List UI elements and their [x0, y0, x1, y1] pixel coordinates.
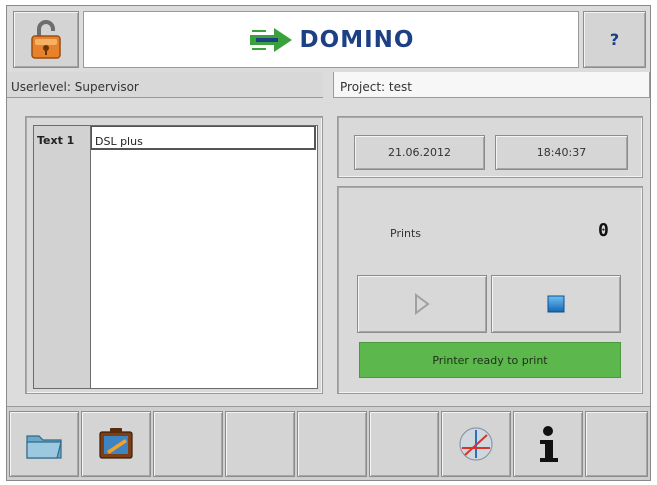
lock-button[interactable] — [13, 11, 79, 68]
toolbar-slot-5[interactable] — [297, 411, 367, 477]
stop-print-button[interactable] — [491, 275, 621, 333]
project-field: Project: test — [333, 72, 650, 98]
padlock-unlocked-icon — [31, 19, 61, 59]
time-display: 18:40:37 — [495, 135, 628, 170]
text-list-label-column — [33, 125, 91, 389]
userlevel-text: Userlevel: Supervisor — [11, 80, 139, 94]
open-file-button[interactable] — [9, 411, 79, 477]
start-print-button[interactable] — [357, 275, 487, 333]
axis-calibration-icon — [459, 427, 493, 461]
folder-icon — [26, 435, 62, 459]
text-list-panel: Text 1 DSL plus — [25, 116, 323, 394]
toolbar-slot-6[interactable] — [369, 411, 439, 477]
date-display: 21.06.2012 — [354, 135, 485, 170]
play-icon — [415, 293, 430, 315]
project-text: Project: test — [340, 80, 412, 94]
toolbar-slot-9[interactable] — [585, 411, 648, 477]
toolbar-slot-4[interactable] — [225, 411, 295, 477]
prints-label: Prints — [390, 227, 422, 240]
prints-counter: 0 — [598, 220, 609, 241]
brand-logo-area: DOMINO — [83, 11, 579, 68]
main-window: DOMINO ? Userlevel: Supervisor Project: … — [6, 5, 651, 481]
help-icon: ? — [609, 30, 620, 49]
bottom-toolbar — [7, 406, 650, 480]
info-icon — [540, 426, 558, 462]
stop-icon — [547, 295, 565, 313]
domino-arrow-logo-icon — [249, 27, 292, 52]
help-button[interactable]: ? — [583, 11, 646, 68]
text-row-value[interactable]: DSL plus — [91, 126, 316, 150]
info-button[interactable] — [513, 411, 583, 477]
printer-status-bar: Printer ready to print — [359, 342, 621, 378]
text-list-body — [90, 125, 318, 389]
calibration-button[interactable] — [441, 411, 511, 477]
userlevel-field: Userlevel: Supervisor — [7, 72, 323, 98]
layout-editor-button[interactable] — [81, 411, 151, 477]
toolbar-slot-3[interactable] — [153, 411, 223, 477]
text-row-label: Text 1 — [37, 134, 75, 147]
brand-name: DOMINO — [299, 26, 415, 53]
print-control-panel: Prints 0 Printer ready to print — [337, 186, 643, 394]
datetime-panel: 21.06.2012 18:40:37 — [337, 116, 643, 178]
layout-editor-icon — [99, 428, 133, 459]
